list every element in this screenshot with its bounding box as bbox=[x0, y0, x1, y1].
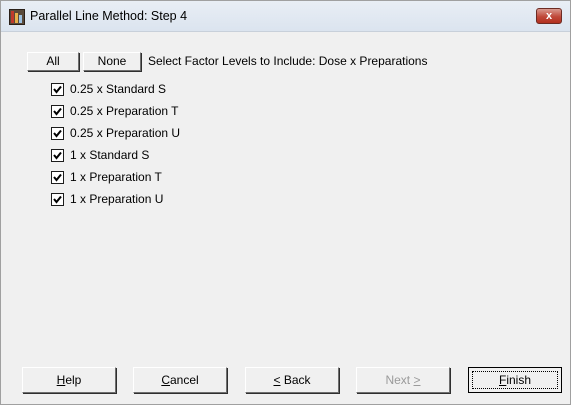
level-checkbox-0[interactable]: 0.25 x Standard S bbox=[51, 80, 166, 98]
check-icon bbox=[53, 107, 62, 116]
focus-rectangle bbox=[472, 371, 558, 389]
next-hotkey: > bbox=[413, 373, 421, 387]
checkbox-box[interactable] bbox=[51, 104, 64, 118]
check-icon bbox=[53, 151, 62, 160]
checkbox-box[interactable] bbox=[51, 82, 64, 96]
back-hotkey: < bbox=[273, 373, 281, 387]
help-label: elp bbox=[65, 373, 82, 387]
level-label: 0.25 x Preparation U bbox=[70, 126, 181, 140]
level-checkbox-3[interactable]: 1 x Standard S bbox=[51, 146, 149, 164]
dialog-window: Parallel Line Method: Step 4 x All None … bbox=[0, 0, 571, 405]
help-button[interactable]: Help bbox=[22, 367, 116, 393]
level-checkbox-2[interactable]: 0.25 x Preparation U bbox=[51, 124, 180, 142]
checkbox-box[interactable] bbox=[51, 126, 64, 140]
title-bar[interactable]: Parallel Line Method: Step 4 x bbox=[1, 1, 570, 32]
check-icon bbox=[53, 195, 62, 204]
select-all-button[interactable]: All bbox=[27, 52, 79, 71]
level-label: 0.25 x Standard S bbox=[70, 82, 167, 96]
select-none-label: None bbox=[97, 54, 127, 68]
level-checkbox-5[interactable]: 1 x Preparation U bbox=[51, 190, 163, 208]
select-factor-label: Select Factor Levels to Include: Dose x … bbox=[148, 54, 428, 68]
next-button[interactable]: Next > bbox=[356, 367, 450, 393]
check-icon bbox=[53, 129, 62, 138]
select-none-button[interactable]: None bbox=[83, 52, 141, 71]
cancel-button[interactable]: Cancel bbox=[133, 367, 227, 393]
cancel-label: ancel bbox=[169, 373, 199, 387]
level-checkbox-4[interactable]: 1 x Preparation T bbox=[51, 168, 162, 186]
window-title: Parallel Line Method: Step 4 bbox=[30, 9, 188, 23]
cancel-hotkey: C bbox=[161, 373, 170, 387]
level-checkbox-1[interactable]: 0.25 x Preparation T bbox=[51, 102, 179, 120]
finish-button[interactable]: Finish bbox=[468, 367, 562, 393]
check-icon bbox=[53, 173, 62, 182]
level-label: 0.25 x Preparation T bbox=[70, 104, 179, 118]
level-label: 1 x Preparation T bbox=[70, 170, 162, 184]
checkbox-box[interactable] bbox=[51, 170, 64, 184]
checkbox-box[interactable] bbox=[51, 148, 64, 162]
level-label: 1 x Preparation U bbox=[70, 192, 164, 206]
back-button[interactable]: < Back bbox=[245, 367, 339, 393]
select-all-label: All bbox=[46, 54, 60, 68]
checkbox-box[interactable] bbox=[51, 192, 64, 206]
level-label: 1 x Standard S bbox=[70, 148, 150, 162]
app-icon bbox=[9, 9, 25, 25]
check-icon bbox=[53, 85, 62, 94]
close-icon: x bbox=[545, 10, 553, 22]
next-label: Next bbox=[385, 373, 411, 387]
close-button[interactable]: x bbox=[536, 8, 562, 24]
back-label: Back bbox=[280, 373, 311, 387]
